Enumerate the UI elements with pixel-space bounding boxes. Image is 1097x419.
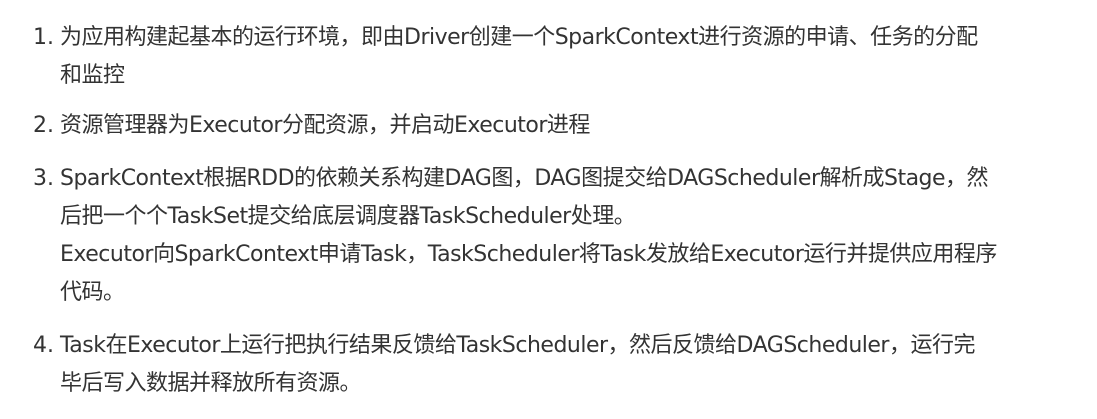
list-item-text: SparkContext根据RDD的依赖关系构建DAG图，DAG图提交给DAGS… <box>60 160 1070 312</box>
list-item-text: 为应用构建起基本的运行环境，即由Driver创建一个SparkContext进行… <box>60 19 1070 95</box>
text-line: SparkContext根据RDD的依赖关系构建DAG图，DAG图提交给DAGS… <box>60 166 989 191</box>
list-item-number: 2. <box>33 113 54 138</box>
list-item-number: 4. <box>33 333 54 358</box>
text-line: 为应用构建起基本的运行环境，即由Driver创建一个SparkContext进行… <box>60 25 978 50</box>
list-item-text: Task在Executor上运行把执行结果反馈给TaskScheduler，然后… <box>60 327 1070 403</box>
text-line: Executor向SparkContext申请Task，TaskSchedule… <box>60 242 997 267</box>
list-item-number: 1. <box>33 25 54 50</box>
list-item-text: 资源管理器为Executor分配资源，并启动Executor进程 <box>60 107 1070 145</box>
text-line: 毕后写入数据并释放所有资源。 <box>60 371 362 396</box>
text-line: 资源管理器为Executor分配资源，并启动Executor进程 <box>60 113 590 138</box>
text-line: 代码。 <box>60 280 125 305</box>
document: 1. 为应用构建起基本的运行环境，即由Driver创建一个SparkContex… <box>0 0 1097 419</box>
text-line: 和监控 <box>60 63 125 88</box>
text-line: 后把一个个TaskSet提交给底层调度器TaskScheduler处理。 <box>60 204 636 229</box>
list-item-number: 3. <box>33 166 54 191</box>
text-line: Task在Executor上运行把执行结果反馈给TaskScheduler，然后… <box>60 333 975 358</box>
